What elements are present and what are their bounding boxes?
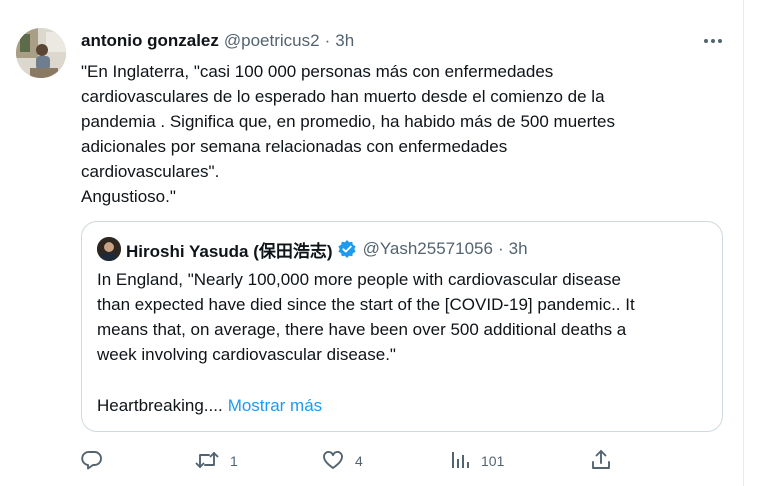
like-button[interactable]: 4 [321,448,363,474]
quoted-tweet-text: In England, "Nearly 100,000 more people … [97,267,712,367]
quoted-text-line: means that, on average, there have been … [97,320,627,339]
quoted-tweet[interactable]: Hiroshi Yasuda (保田浩志) @Yash25571056 · 3h… [81,221,723,432]
action-bar: 1 4 101 [80,448,620,474]
tweet-header: antonio gonzalez @poetricus2 · 3h [81,30,354,52]
reply-icon [80,448,104,475]
quoted-tweet-header: Hiroshi Yasuda (保田浩志) @Yash25571056 · 3h [97,237,528,261]
retweet-button[interactable]: 1 [194,448,238,474]
share-icon [590,448,612,475]
quoted-text-line: week involving cardiovascular disease." [97,345,396,364]
separator-dot: · [324,31,331,50]
quoted-author-handle[interactable]: @Yash25571056 [363,239,493,259]
tweet-text: "En Inglaterra, "casi 100 000 personas m… [81,62,615,206]
quoted-timestamp[interactable]: 3h [509,239,528,259]
retweet-icon [194,448,220,475]
retweet-count: 1 [230,453,238,469]
author-handle[interactable]: @poetricus2 [224,31,320,51]
author-name[interactable]: antonio gonzalez [81,31,219,51]
more-button[interactable] [697,28,729,52]
like-count: 4 [355,453,363,469]
quoted-text-last-line: Heartbreaking.... Mostrar más [97,393,322,418]
quoted-separator-dot: · [497,239,504,258]
column-divider [743,0,744,486]
share-button[interactable] [590,448,612,474]
timestamp[interactable]: 3h [335,31,354,51]
quoted-text-line: In England, "Nearly 100,000 more people … [97,270,621,289]
like-icon [321,448,345,475]
show-more-link[interactable]: Mostrar más [228,396,322,415]
views-count: 101 [481,453,505,469]
views-button[interactable]: 101 [449,448,504,474]
quoted-text-ending: Heartbreaking.... [97,396,223,415]
avatar[interactable] [16,28,66,78]
views-icon [449,448,471,475]
verified-icon [337,239,357,259]
reply-button[interactable] [80,448,114,474]
quoted-author-name[interactable]: Hiroshi Yasuda (保田浩志) [126,237,333,262]
quoted-avatar[interactable] [97,237,121,261]
tweet[interactable]: antonio gonzalez @poetricus2 · 3h "En In… [0,0,743,486]
quoted-text-line: than expected have died since the start … [97,295,635,314]
more-icon [703,31,723,49]
